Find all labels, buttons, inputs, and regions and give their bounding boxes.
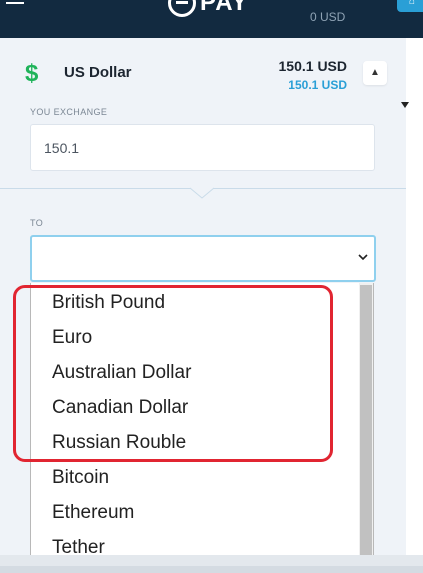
divider-notch-icon: [190, 187, 214, 199]
highlight-annotation: [13, 285, 333, 462]
logo-text: PAY: [200, 0, 249, 16]
to-label: TO: [30, 218, 44, 228]
logo-mark-icon: [168, 0, 196, 17]
scrollbar-thumb[interactable]: [360, 285, 372, 571]
dropdown-option[interactable]: Bitcoin: [31, 460, 361, 495]
bottom-bar-edge: [0, 566, 423, 573]
dropdown-option[interactable]: Ethereum: [31, 495, 361, 530]
currency-name: US Dollar: [64, 64, 132, 81]
top-bar: PAY 0 USD ⌂: [0, 0, 423, 38]
to-currency-select[interactable]: [30, 235, 376, 282]
menu-icon[interactable]: [6, 0, 26, 8]
currency-amount-sub: 150.1 USD: [288, 78, 347, 92]
currency-amount: 150.1 USD: [278, 58, 347, 74]
app-logo[interactable]: PAY: [168, 0, 248, 18]
dropdown-scrollbar[interactable]: [359, 283, 373, 572]
right-edge: [406, 38, 423, 573]
chevron-down-icon: [358, 254, 368, 261]
top-amount: 0 USD: [310, 10, 346, 24]
pointer-marker-icon: [401, 102, 409, 108]
dollar-icon: $: [25, 60, 39, 87]
account-icon[interactable]: ⌂: [397, 0, 423, 12]
collapse-button[interactable]: ▲: [363, 61, 387, 85]
exchange-label: YOU EXCHANGE: [30, 107, 108, 117]
exchange-amount-input[interactable]: [30, 124, 375, 171]
chevron-up-icon: ▲: [370, 67, 380, 78]
